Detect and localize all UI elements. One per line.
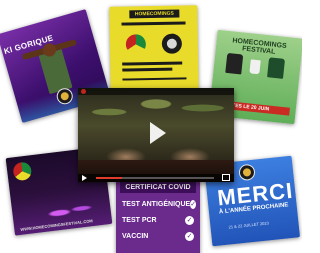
play-icon[interactable]: [82, 175, 87, 181]
check-icon: ✓: [185, 215, 194, 225]
lion-emblem-icon: [161, 33, 183, 54]
play-icon[interactable]: [150, 122, 166, 144]
yellow-lineup-poster: HOMECOMINGS: [109, 5, 199, 97]
cup-icon: [249, 59, 261, 75]
tshirt-icon: [267, 57, 286, 79]
poster-text-line: [121, 21, 186, 26]
video-progress-bar[interactable]: [96, 177, 214, 179]
yellow-brand: HOMECOMINGS: [129, 9, 180, 19]
festival-logo-icon: [238, 163, 256, 182]
video-progress-fill: [96, 177, 122, 179]
reggae-emblem-icon: [125, 34, 147, 55]
tshirt-icon: [225, 52, 244, 75]
collage-stage: KI GORIQUE HOMECOMINGS HOMECOMINGS FESTI…: [0, 0, 302, 253]
fullscreen-icon[interactable]: [222, 174, 230, 181]
video-top-bar: [78, 88, 234, 95]
covid-title: CERTIFICAT COVID: [120, 182, 196, 193]
check-icon: ✓: [190, 199, 197, 209]
video-controls: [78, 174, 234, 182]
channel-logo-icon: [81, 89, 86, 94]
check-icon: ✓: [185, 231, 194, 241]
covid-row: VACCIN ✓: [122, 230, 194, 242]
covid-row-label: TEST PCR: [122, 216, 157, 224]
covid-row-label: VACCIN: [122, 232, 149, 240]
poster-text-line: [122, 77, 187, 81]
covid-certificate-card: CERTIFICAT COVID TEST ANTIGÉNIQUE ✓ TEST…: [116, 174, 200, 253]
merci-date: 21 & 22 JUILLET 2023: [228, 220, 270, 230]
covid-row: TEST ANTIGÉNIQUE ✓: [122, 198, 197, 210]
poster-text-line: [122, 67, 173, 72]
poster-text-line: [122, 61, 183, 66]
video-player[interactable]: [78, 88, 234, 182]
covid-row: TEST PCR ✓: [122, 214, 194, 226]
covid-row-label: TEST ANTIGÉNIQUE: [122, 200, 191, 208]
festival-logo-icon: [12, 161, 33, 182]
